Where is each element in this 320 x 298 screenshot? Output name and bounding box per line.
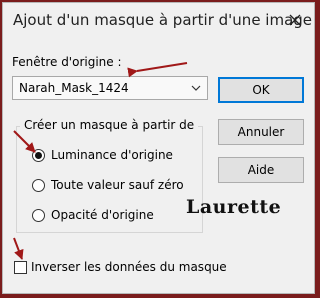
annotation-arrow-invert xyxy=(13,237,24,260)
